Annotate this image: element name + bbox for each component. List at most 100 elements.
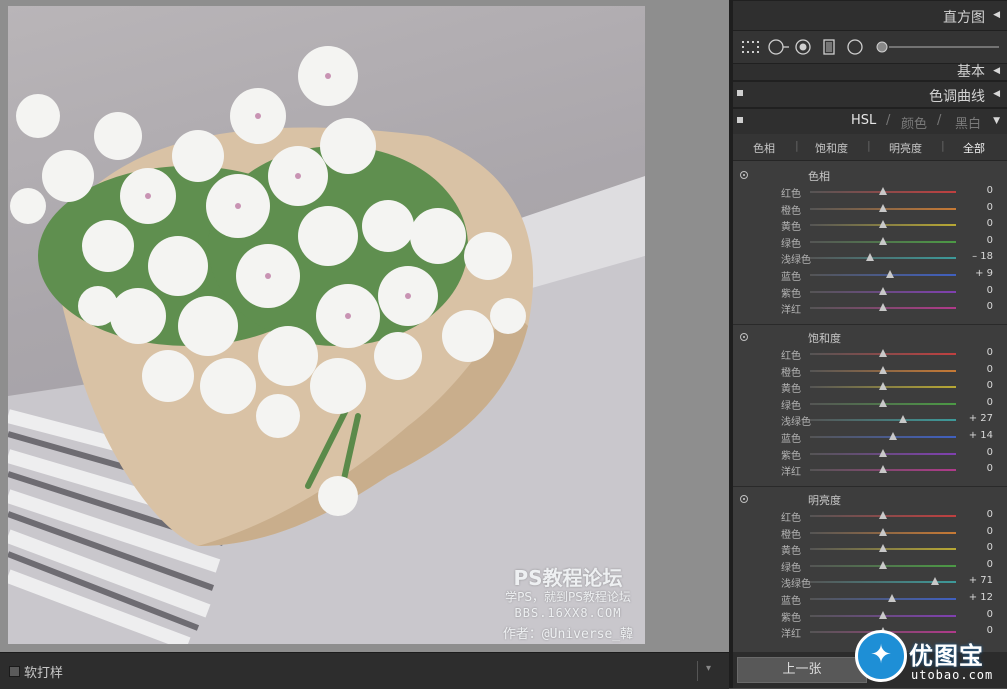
slider-row: 绿色 0 <box>733 234 1007 250</box>
tone-curve-header[interactable]: 色调曲线 ◀ <box>733 81 1007 108</box>
section-toggle-icon[interactable] <box>740 495 748 503</box>
slider-thumb[interactable] <box>879 365 887 374</box>
slider-thumb[interactable] <box>879 527 887 536</box>
hsl-tab-bw[interactable]: 黑白 <box>955 113 981 132</box>
tab-saturation[interactable]: 饱和度 <box>815 140 848 156</box>
slider-thumb[interactable] <box>879 610 887 619</box>
section-toggle-icon[interactable] <box>740 171 748 179</box>
slider-label: 洋红 <box>781 629 801 641</box>
slider-value[interactable]: 0 <box>953 301 993 312</box>
slider-row: 绿色 0 <box>733 558 1007 574</box>
radial-filter-icon[interactable] <box>847 39 863 55</box>
tab-all[interactable]: 全部 <box>963 140 985 156</box>
collapse-arrow-icon[interactable]: ◀ <box>993 66 1000 76</box>
slider-row: 橙色 0 <box>733 201 1007 217</box>
slider-value[interactable]: + 27 <box>953 413 993 424</box>
slider-label: 黄色 <box>781 222 801 234</box>
collapse-arrow-icon[interactable]: ◀ <box>993 89 1000 99</box>
slider-thumb[interactable] <box>879 349 887 357</box>
slider-thumb[interactable] <box>930 577 939 586</box>
slider-thumb[interactable] <box>879 448 887 457</box>
slider-row: 黄色 0 <box>733 541 1007 557</box>
slider-value[interactable]: – 18 <box>953 251 993 262</box>
slider-thumb[interactable] <box>879 398 887 407</box>
slider-thumb[interactable] <box>879 465 887 474</box>
slider-value[interactable]: 0 <box>953 609 993 620</box>
slider-value[interactable]: + 9 <box>953 268 993 279</box>
softproof-checkbox[interactable] <box>9 666 20 677</box>
tab-hue[interactable]: 色相 <box>753 140 775 156</box>
slider-thumb[interactable] <box>879 382 887 391</box>
slider-thumb[interactable] <box>898 415 907 424</box>
red-eye-icon[interactable] <box>795 39 811 55</box>
slider-value[interactable]: 0 <box>953 463 993 474</box>
slider-thumb[interactable] <box>865 253 874 262</box>
slider-row: 红色 0 <box>733 184 1007 200</box>
slider-value[interactable]: 0 <box>953 380 993 391</box>
slider-thumb[interactable] <box>879 187 887 195</box>
slider-thumb[interactable] <box>879 203 887 212</box>
softproof-label[interactable]: 软打样 <box>24 662 63 681</box>
section-toggle-icon[interactable] <box>740 333 748 341</box>
slider-value[interactable]: 0 <box>953 185 993 196</box>
crop-grid-icon[interactable] <box>741 39 759 55</box>
hsl-tab-color[interactable]: 颜色 <box>901 113 927 132</box>
slider-thumb[interactable] <box>879 220 887 229</box>
slider-value[interactable]: + 71 <box>953 575 993 586</box>
slider-value[interactable]: 0 <box>953 542 993 553</box>
tab-separator: / <box>937 113 942 128</box>
previous-button[interactable]: 上一张 <box>737 657 867 683</box>
adjustment-brush-slider[interactable] <box>875 39 1001 55</box>
slider-value[interactable]: 0 <box>953 202 993 213</box>
slider-thumb[interactable] <box>879 560 887 569</box>
tab-luminance[interactable]: 明亮度 <box>889 140 922 156</box>
slider-label: 红色 <box>781 513 801 524</box>
slider-track[interactable] <box>810 274 956 276</box>
slider-thumb[interactable] <box>885 270 894 278</box>
slider-row: 红色 0 <box>733 346 1007 362</box>
panel-toggle-switch[interactable] <box>737 90 743 96</box>
slider-thumb[interactable] <box>879 303 887 312</box>
slider-track[interactable] <box>810 598 956 600</box>
slider-value[interactable]: 0 <box>953 235 993 246</box>
basic-header[interactable]: 基本 ◀ <box>733 63 1007 81</box>
slider-row: 紫色 0 <box>733 608 1007 624</box>
photo-bouquet <box>8 46 645 644</box>
slider-value[interactable]: 0 <box>953 397 993 408</box>
slider-value[interactable]: 0 <box>953 364 993 375</box>
slider-thumb[interactable] <box>879 544 887 553</box>
slider-label: 紫色 <box>781 612 801 624</box>
graduated-filter-icon[interactable] <box>823 39 835 55</box>
slider-value[interactable]: 0 <box>953 509 993 520</box>
slider-track[interactable] <box>810 257 956 260</box>
slider-value[interactable]: 0 <box>953 285 993 296</box>
toolbar-menu-icon[interactable]: ▾ <box>706 663 711 674</box>
slider-thumb[interactable] <box>879 286 887 295</box>
histogram-header[interactable]: 直方图 ◀ <box>733 0 1007 31</box>
expand-arrow-icon[interactable]: ▼ <box>993 116 1000 126</box>
slider-value[interactable]: 0 <box>953 347 993 358</box>
tab-divider: | <box>867 139 871 152</box>
slider-thumb[interactable] <box>887 594 896 602</box>
slider-thumb[interactable] <box>879 511 887 519</box>
slider-value[interactable]: 0 <box>953 218 993 229</box>
slider-value[interactable]: + 12 <box>953 592 993 603</box>
photo-preview[interactable]: PS教程论坛 学PS，就到PS教程论坛 BBS.16XX8.COM 作者：@Un… <box>8 6 645 644</box>
hsl-header[interactable]: HSL / 颜色 / 黑白 ▼ <box>733 108 1007 135</box>
slider-value[interactable]: 0 <box>953 559 993 570</box>
hsl-tab-hsl[interactable]: HSL <box>851 113 876 128</box>
slider-thumb[interactable] <box>879 236 887 245</box>
slider-label: 橙色 <box>781 205 801 217</box>
slider-thumb[interactable] <box>889 432 898 440</box>
spot-removal-icon[interactable] <box>767 39 789 55</box>
slider-label: 蓝色 <box>781 434 801 445</box>
slider-value[interactable]: 0 <box>953 526 993 537</box>
collapse-arrow-icon[interactable]: ◀ <box>993 10 1000 20</box>
slider-label: 黄色 <box>781 384 801 396</box>
panel-toggle-switch[interactable] <box>737 117 743 123</box>
slider-value[interactable]: + 14 <box>953 430 993 441</box>
slider-value[interactable]: 0 <box>953 447 993 458</box>
slider-track[interactable] <box>810 436 956 438</box>
slider-label: 洋红 <box>781 467 801 479</box>
slider-track[interactable] <box>810 419 956 422</box>
